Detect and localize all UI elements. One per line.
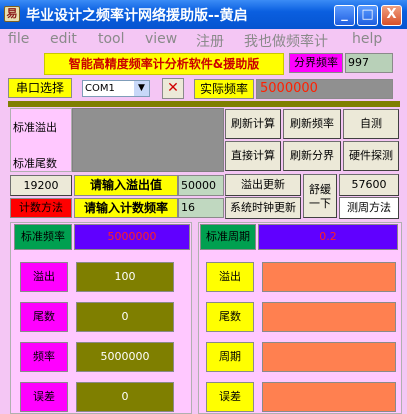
direct-calc-button[interactable]: 直接计算	[225, 141, 281, 171]
boundary-value[interactable]: 997	[345, 53, 393, 73]
right-tail-label: 尾数	[206, 302, 254, 332]
chevron-down-icon[interactable]: ▼	[134, 81, 149, 96]
refresh-boundary-button[interactable]: 刷新分界	[283, 141, 341, 171]
close-button[interactable]: X	[381, 5, 402, 26]
serial-port-value: COM1	[85, 83, 115, 94]
baud-57600-button[interactable]: 57600	[339, 174, 399, 196]
left-freq-label: 频率	[20, 342, 68, 372]
serial-port-select[interactable]: COM1 ▼	[82, 80, 150, 97]
right-error-value	[262, 382, 396, 412]
menu-diy[interactable]: 我也做频率计	[244, 31, 328, 51]
std-overflow-label: 标准溢出	[13, 121, 57, 134]
left-error-value: 0	[76, 382, 174, 412]
hw-detect-button[interactable]: 硬件探测	[343, 141, 399, 171]
window-title: 毕业设计之频率计网络援助版--黄启	[26, 8, 248, 24]
actual-freq-value: 5000000	[256, 79, 393, 99]
self-test-button[interactable]: 自测	[343, 109, 399, 139]
menu-bar: file edit tool view 注册 我也做频率计 help	[0, 29, 407, 50]
overflow-input[interactable]: 50000	[178, 175, 224, 196]
right-error-label: 误差	[206, 382, 254, 412]
menu-help[interactable]: help	[352, 31, 382, 47]
right-overflow-value	[262, 262, 396, 292]
left-overflow-value: 100	[76, 262, 174, 292]
std-freq-label: 标准频率	[14, 224, 72, 250]
std-freq-value: 5000000	[74, 224, 190, 250]
count-freq-input[interactable]: 16	[178, 198, 224, 218]
menu-tool[interactable]: tool	[98, 31, 125, 47]
clear-port-button[interactable]: ✕	[162, 78, 184, 99]
menu-register[interactable]: 注册	[196, 31, 224, 51]
std-values-panel	[72, 108, 224, 172]
overflow-prompt: 请输入溢出值	[74, 175, 178, 196]
minimize-button[interactable]: _	[334, 5, 355, 26]
left-tail-label: 尾数	[20, 302, 68, 332]
measure-method-button[interactable]: 测周方法	[339, 197, 399, 219]
baud-19200-button[interactable]: 19200	[10, 175, 72, 196]
actual-freq-label: 实际频率	[194, 79, 254, 99]
separator-bar	[8, 101, 400, 107]
overflow-update-button[interactable]: 溢出更新	[225, 174, 301, 196]
menu-edit[interactable]: edit	[50, 31, 77, 47]
boundary-label: 分界频率	[289, 53, 343, 73]
left-overflow-label: 溢出	[20, 262, 68, 292]
right-tail-value	[262, 302, 396, 332]
left-tail-value: 0	[76, 302, 174, 332]
left-freq-value: 5000000	[76, 342, 174, 372]
right-period-value	[262, 342, 396, 372]
right-period-label: 周期	[206, 342, 254, 372]
serial-port-label: 串口选择	[8, 78, 72, 98]
std-period-value: 0.2	[258, 224, 398, 250]
relax-button[interactable]: 舒缓一下	[303, 174, 337, 218]
count-freq-prompt: 请输入计数频率	[74, 198, 178, 218]
std-period-label: 标准周期	[200, 224, 256, 250]
std-labels-panel: 标准溢出 标准尾数	[10, 108, 72, 172]
clock-update-button[interactable]: 系统时钟更新	[225, 197, 301, 219]
std-tail-label: 标准尾数	[13, 157, 57, 170]
menu-file[interactable]: file	[8, 31, 29, 47]
menu-view[interactable]: view	[145, 31, 177, 47]
right-overflow-label: 溢出	[206, 262, 254, 292]
maximize-button[interactable]: □	[357, 5, 378, 26]
app-icon[interactable]: 易	[4, 6, 20, 22]
count-method-button[interactable]: 计数方法	[10, 198, 72, 218]
left-error-label: 误差	[20, 382, 68, 412]
title-bar[interactable]: 易 毕业设计之频率计网络援助版--黄启 _ □ X	[0, 0, 407, 29]
app-banner: 智能高精度频率计分析软件&援助版	[44, 53, 284, 75]
refresh-calc-button[interactable]: 刷新计算	[225, 109, 281, 139]
refresh-freq-button[interactable]: 刷新频率	[283, 109, 341, 139]
